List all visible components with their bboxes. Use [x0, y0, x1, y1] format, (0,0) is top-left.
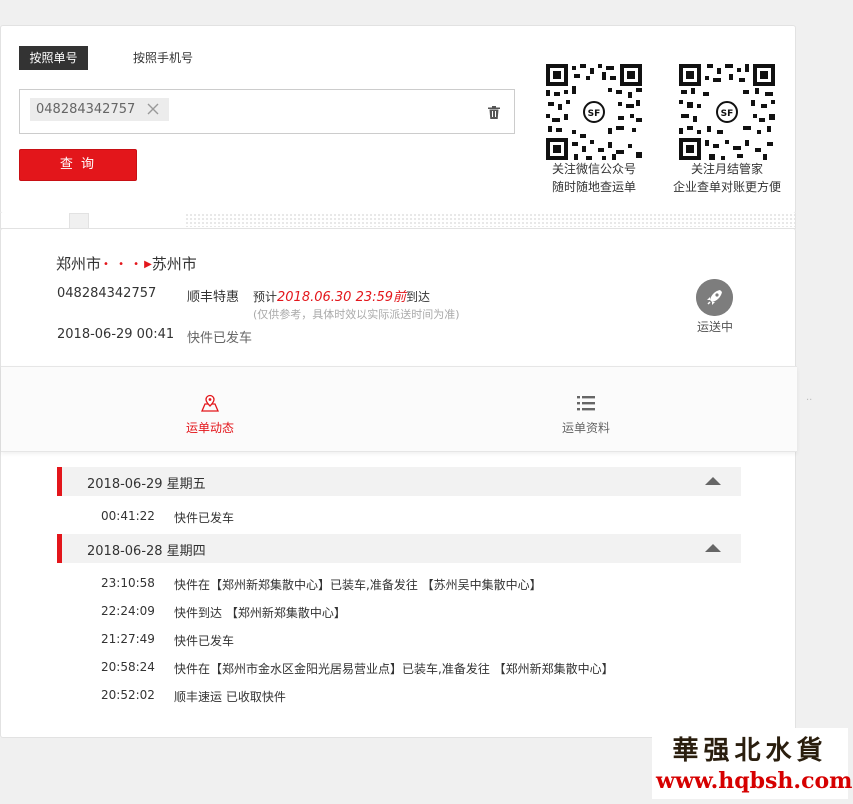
query-button[interactable]: 查 询	[19, 149, 137, 181]
event-description: 快件在【郑州市金水区金阳光居易营业点】已装车,准备发往 【郑州新郑集散中心】	[174, 662, 614, 676]
collapse-caret-icon[interactable]	[705, 477, 721, 485]
waybill-input[interactable]: 048284342757	[19, 89, 515, 134]
event-time: 00:41:22	[101, 509, 155, 523]
detail-tabbar: 运单动态 运单资料	[1, 366, 797, 452]
tab-tracking[interactable]: 运单动态	[150, 367, 270, 453]
eta-time: 2018.06.30 23:59前	[277, 290, 407, 305]
account-qr-caption-line2: 企业查单对账更方便	[672, 180, 781, 194]
tracking-card: 郑州市 • • • ▶苏州市 048284342757 顺丰特惠 预计2018.06…	[0, 228, 797, 738]
waybill-number: 048284342757	[57, 286, 157, 301]
event-time: 20:52:02	[101, 688, 155, 702]
svg-text:SF: SF	[721, 109, 734, 119]
watermark-brand: 華强北水貨	[672, 736, 828, 766]
torn-edge-left	[0, 213, 70, 229]
remove-tag-icon[interactable]	[146, 102, 160, 116]
torn-edge-dots	[185, 213, 795, 227]
event-description: 快件已发车	[174, 634, 235, 648]
event-description: 快件已发车	[174, 511, 235, 525]
tab-by-waybill[interactable]: 按照单号	[19, 46, 88, 70]
side-decoration: ··	[806, 395, 813, 406]
watermark: 華强北水貨 www.hqbsh.com	[652, 728, 853, 799]
latest-event-time: 2018-06-29 00:41	[57, 327, 175, 342]
route-header: 郑州市 • • • ▶苏州市	[56, 253, 197, 274]
day-header[interactable]: 2018-06-29 星期五	[57, 467, 741, 496]
svg-text:SF: SF	[588, 109, 601, 119]
event-description: 顺丰速运 已收取快件	[174, 690, 286, 704]
route-destination: 苏州市	[151, 255, 197, 273]
day-header[interactable]: 2018-06-28 星期四	[57, 534, 741, 563]
route-dots: • • •	[103, 259, 143, 270]
event-time: 23:10:58	[101, 576, 155, 590]
list-icon	[577, 396, 595, 411]
latest-event-status: 快件已发车	[187, 331, 253, 346]
tab-waybill-info-label: 运单资料	[561, 421, 610, 435]
product-type: 顺丰特惠	[187, 290, 240, 305]
map-pin-icon	[201, 394, 219, 412]
tab-tracking-label: 运单动态	[185, 421, 234, 435]
query-card: 按照单号 按照手机号 048284342757 查 询 SF SF 关注微信公众…	[0, 25, 796, 214]
eta-suffix: 到达	[406, 290, 431, 304]
account-manager-qr-code: SF	[679, 64, 775, 160]
wechat-qr-caption-line1: 关注微信公众号	[551, 162, 636, 176]
eta: 预计2018.06.30 23:59前到达	[253, 286, 430, 305]
route-arrow-icon: ▶	[144, 259, 152, 270]
eta-note: (仅供参考，具体时效以实际派送时间为准)	[253, 308, 460, 321]
account-qr-caption: 关注月结管家 企业查单对账更方便	[663, 160, 791, 196]
rocket-icon	[696, 279, 733, 316]
wechat-qr-caption-line2: 随时随地查运单	[551, 180, 636, 194]
event-description: 快件在【郑州新郑集散中心】已装车,准备发往 【苏州吴中集散中心】	[174, 578, 542, 592]
watermark-url: www.hqbsh.com	[656, 768, 853, 794]
day-header-date: 2018-06-28 星期四	[87, 544, 206, 559]
shipment-status: 运送中	[696, 320, 733, 334]
route-origin: 郑州市	[56, 255, 102, 273]
trash-icon[interactable]	[488, 106, 500, 119]
event-time: 20:58:24	[101, 660, 155, 674]
wechat-qr-code: SF	[546, 64, 642, 160]
wechat-qr-caption: 关注微信公众号 随时随地查运单	[534, 160, 654, 196]
event-time: 22:24:09	[101, 604, 155, 618]
collapse-caret-icon[interactable]	[705, 544, 721, 552]
account-qr-caption-line1: 关注月结管家	[690, 162, 763, 176]
tab-by-phone[interactable]: 按照手机号	[133, 46, 193, 70]
waybill-tag: 048284342757	[30, 98, 170, 121]
tab-waybill-info[interactable]: 运单资料	[526, 367, 646, 453]
waybill-tag-text: 048284342757	[36, 102, 136, 117]
day-header-date: 2018-06-29 星期五	[87, 477, 206, 492]
eta-prefix: 预计	[253, 290, 278, 304]
event-description: 快件到达 【郑州新郑集散中心】	[174, 606, 346, 620]
event-time: 21:27:49	[101, 632, 155, 646]
